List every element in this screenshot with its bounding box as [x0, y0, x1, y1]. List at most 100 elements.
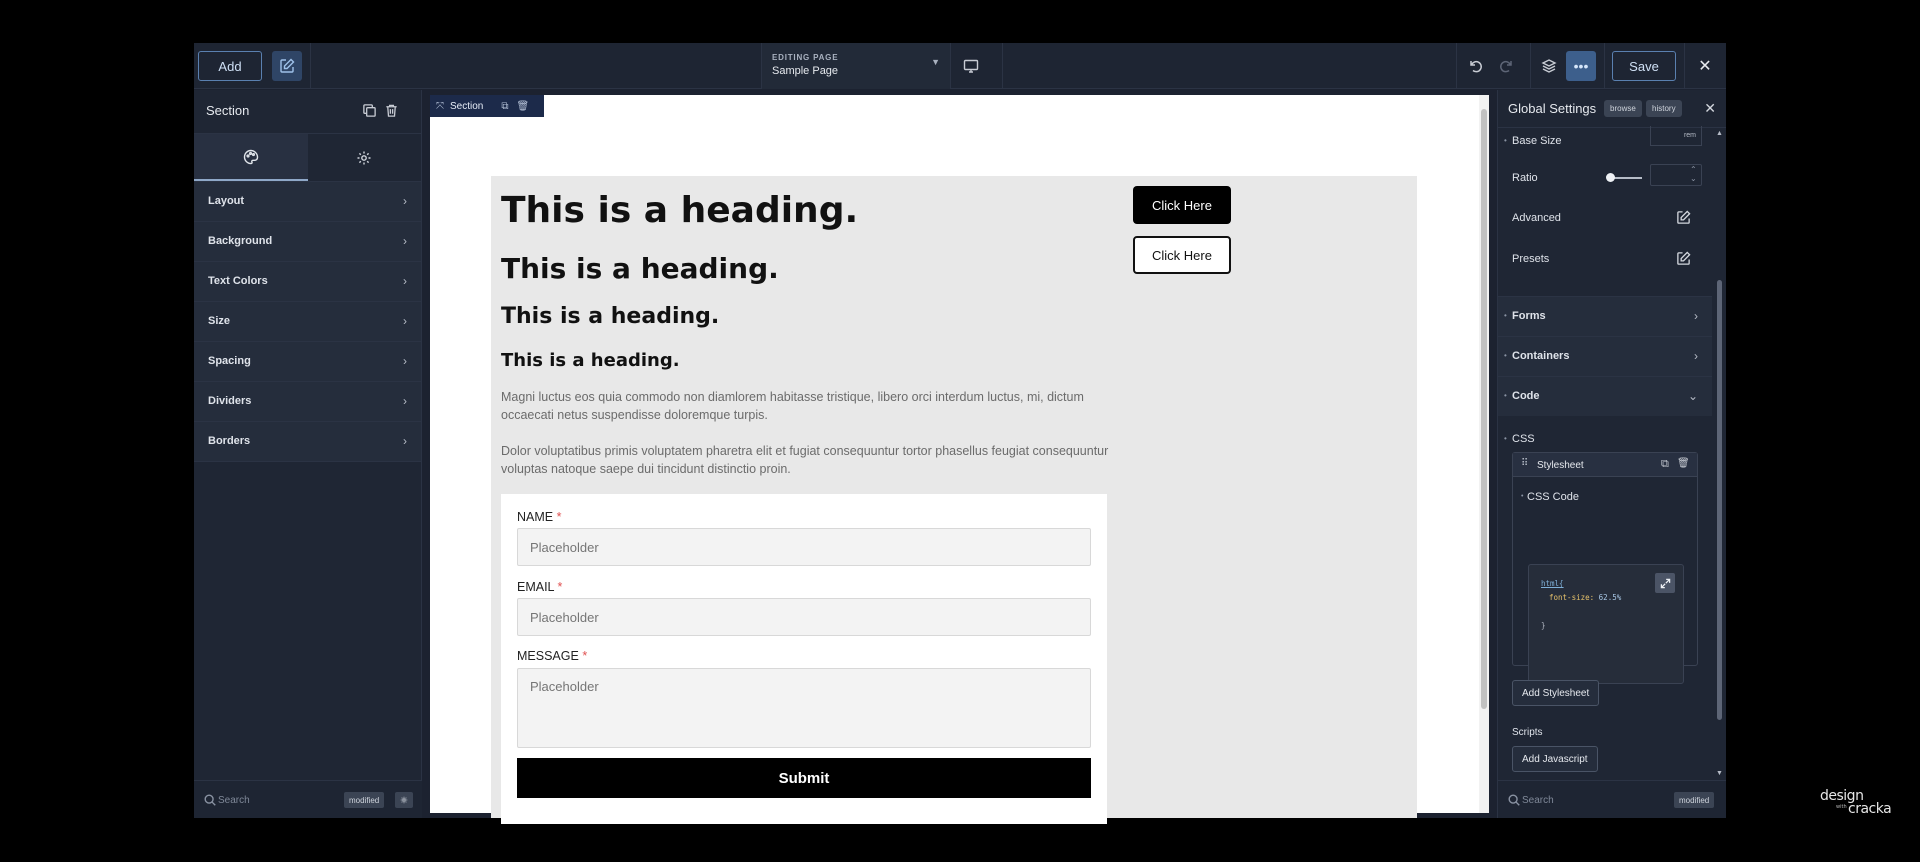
name-label: NAME * — [517, 510, 561, 524]
chevron-right-icon: › — [403, 354, 407, 368]
heading-h1: This is a heading. — [501, 190, 859, 231]
modified-filter-badge[interactable]: modified — [1674, 792, 1715, 808]
redo-button[interactable] — [1492, 51, 1522, 81]
bullet-icon: • — [1504, 391, 1507, 400]
edit-icon[interactable] — [1676, 251, 1691, 266]
scrollbar-thumb[interactable] — [1481, 109, 1487, 709]
history-button[interactable]: history — [1646, 100, 1682, 117]
copy-icon[interactable]: ⧉ — [1661, 458, 1669, 471]
stylesheet-header[interactable]: ⠿ Stylesheet ⧉ 🗑 — [1513, 453, 1697, 477]
edit-mode-button[interactable] — [272, 51, 302, 81]
email-field[interactable] — [517, 598, 1091, 636]
search-input[interactable] — [218, 791, 328, 809]
tab-style[interactable] — [194, 134, 308, 181]
settings-item-label: Spacing — [208, 355, 251, 367]
tab-settings[interactable] — [308, 134, 422, 181]
modified-filter-badge[interactable]: modified — [344, 792, 385, 808]
close-icon[interactable]: ✕ — [1704, 100, 1716, 117]
accordion-label: Code — [1512, 390, 1540, 402]
accordion-containers[interactable]: • Containers › — [1498, 336, 1712, 376]
settings-item-layout[interactable]: Layout › — [194, 182, 421, 222]
settings-item-size[interactable]: Size › — [194, 302, 421, 342]
accordion-code[interactable]: • Code ⌄ — [1498, 376, 1712, 416]
copy-icon[interactable]: ⧉ — [501, 101, 508, 112]
monitor-icon — [963, 59, 979, 73]
left-panel-header: Section — [194, 90, 421, 134]
bullet-icon: • — [1504, 434, 1507, 443]
expand-editor-button[interactable] — [1655, 573, 1675, 593]
message-field[interactable] — [517, 668, 1091, 748]
close-editor-button[interactable]: ✕ — [1690, 51, 1720, 81]
drag-handle-icon[interactable]: ⠿ — [1521, 458, 1528, 469]
add-javascript-button[interactable]: Add Javascript — [1512, 746, 1598, 772]
save-button[interactable]: Save — [1612, 51, 1676, 81]
toolbar-divider — [1530, 43, 1531, 89]
code-token: 62.5% — [1598, 593, 1622, 602]
section-container[interactable]: This is a heading. This is a heading. Th… — [491, 176, 1417, 824]
base-size-unit[interactable]: rem — [1650, 126, 1702, 146]
redo-icon — [1500, 60, 1512, 73]
panel-tabs — [194, 134, 421, 182]
heading-h4: This is a heading. — [501, 350, 680, 371]
bullet-icon: • — [1504, 311, 1507, 320]
section-tag[interactable]: ⤧ Section ⧉ 🗑 — [430, 95, 544, 117]
stylesheet-label: Stylesheet — [1537, 460, 1584, 471]
layers-button[interactable] — [1534, 51, 1564, 81]
panel-title: Global Settings — [1508, 101, 1597, 116]
name-field[interactable] — [517, 528, 1091, 566]
canvas-scrollbar[interactable] — [1479, 95, 1489, 813]
bullet-icon: • — [1504, 351, 1507, 360]
ellipsis-icon: ••• — [1573, 58, 1589, 74]
panel-scrollbar[interactable]: ▲ ▼ — [1715, 130, 1725, 777]
gear-icon — [400, 796, 408, 804]
settings-item-background[interactable]: Background › — [194, 222, 421, 262]
close-icon: ✕ — [1698, 58, 1712, 75]
duplicate-button[interactable] — [362, 103, 378, 119]
slider-handle[interactable] — [1606, 173, 1615, 182]
bullet-icon: • — [1504, 136, 1507, 145]
global-settings-panel: Global Settings browse history ✕ • Base … — [1497, 90, 1726, 818]
paragraph: Magni luctus eos quia commodo non diamlo… — [501, 390, 1084, 422]
left-panel: Section Layout › Background › Text Colors ›… — [194, 90, 422, 818]
undo-icon — [1470, 60, 1482, 73]
settings-item-borders[interactable]: Borders › — [194, 422, 421, 462]
submit-button[interactable]: Submit — [517, 758, 1091, 798]
section-tag-label: Section — [450, 100, 484, 112]
logo-text: with — [1836, 804, 1847, 810]
edit-icon[interactable] — [1676, 210, 1691, 225]
delete-button[interactable] — [384, 103, 400, 119]
filter-settings-button[interactable] — [395, 792, 413, 808]
add-button[interactable]: Add — [198, 51, 262, 81]
accordion-forms[interactable]: • Forms › — [1498, 296, 1712, 336]
settings-item-spacing[interactable]: Spacing › — [194, 342, 421, 382]
chevron-right-icon: › — [403, 194, 407, 208]
settings-item-label: Text Colors — [208, 275, 268, 287]
trash-icon[interactable]: 🗑 — [517, 101, 530, 112]
undo-button[interactable] — [1460, 51, 1490, 81]
settings-item-text-colors[interactable]: Text Colors › — [194, 262, 421, 302]
browse-button[interactable]: browse — [1604, 100, 1642, 117]
stepper-icon[interactable]: ⌃ ⌄ — [1690, 165, 1697, 183]
add-stylesheet-button[interactable]: Add Stylesheet — [1512, 680, 1600, 706]
more-options-button[interactable]: ••• — [1566, 51, 1596, 81]
scrollbar-thumb[interactable] — [1717, 280, 1722, 720]
chevron-right-icon: › — [1694, 309, 1698, 323]
page-selector[interactable]: EDITING PAGE Sample Page ▼ — [761, 43, 951, 89]
desktop-preview-button[interactable] — [956, 51, 986, 81]
page-name: Sample Page — [772, 65, 839, 77]
css-code-editor[interactable]: html{ font-size: 62.5% } — [1528, 564, 1684, 684]
trash-icon[interactable]: 🗑 — [1677, 458, 1690, 469]
expand-icon — [1660, 578, 1670, 588]
settings-item-dividers[interactable]: Dividers › — [194, 382, 421, 422]
click-here-button-primary[interactable]: Click Here — [1133, 186, 1231, 224]
required-mark: * — [557, 580, 563, 594]
chevron-right-icon: › — [403, 394, 407, 408]
settings-item-label: Background — [208, 235, 273, 247]
scroll-up-icon[interactable]: ▲ — [1716, 130, 1723, 137]
search-input[interactable] — [1522, 791, 1632, 809]
gear-icon — [357, 151, 371, 164]
chevron-right-icon: › — [403, 234, 407, 248]
advanced-label: Advanced — [1512, 212, 1561, 224]
click-here-button-secondary[interactable]: Click Here — [1133, 236, 1231, 274]
scroll-down-icon[interactable]: ▼ — [1716, 770, 1723, 777]
